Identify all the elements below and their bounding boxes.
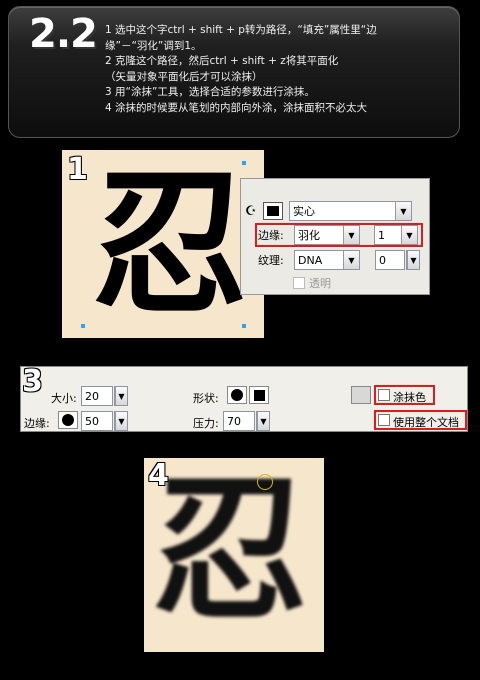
transparent-checkbox[interactable] — [293, 277, 305, 289]
step-badge-1: 1 — [67, 152, 88, 187]
circle-icon — [231, 389, 243, 401]
fill-type-select[interactable]: 实心 ▼ — [289, 201, 412, 221]
texture-amount-input[interactable]: 0 — [375, 250, 405, 270]
smudge-tool-options: 大小: 20 ▼ 边缘: 50 ▼ 形状: 压力: 70 ▼ 涂抹色 使用整个文… — [20, 366, 468, 432]
step-badge-3: 3 — [22, 364, 43, 399]
edge-value: 50 — [85, 414, 99, 428]
pressure-value: 70 — [227, 414, 241, 428]
fill-color-swatch[interactable] — [263, 202, 283, 220]
selection-handle-bottom-left[interactable] — [81, 324, 85, 328]
fill-properties-panel: ☪ 实心 ▼ 边缘: 羽化 ▼ 1 ▼ 纹理: DNA ▼ 0 ▼ 透明 — [240, 178, 430, 295]
edge-label: 边缘: — [24, 417, 50, 430]
step-badge-4: 4 — [148, 458, 169, 493]
size-value: 20 — [85, 389, 99, 403]
shape-square-button[interactable] — [249, 386, 269, 404]
texture-label: 纹理: — [258, 254, 284, 267]
pressure-dropdown[interactable]: ▼ — [256, 411, 270, 431]
texture-amount-dropdown[interactable]: ▼ — [406, 250, 420, 270]
instruction-line-4: （矢量对象平面化后才可以涂抹） — [105, 70, 263, 83]
use-whole-document-checkbox[interactable] — [378, 414, 390, 426]
fill-type-value: 实心 — [293, 205, 315, 218]
edge-input[interactable]: 50 — [81, 411, 113, 431]
texture-select[interactable]: DNA ▼ — [294, 250, 360, 270]
instruction-line-3: 2 克隆这个路径，然后ctrl + shift + z将其平面化 — [105, 55, 339, 67]
square-icon — [253, 389, 265, 401]
edge-highlight-box — [255, 223, 423, 247]
brush-cursor-icon — [257, 474, 273, 490]
size-dropdown[interactable]: ▼ — [114, 386, 128, 406]
edge-dropdown[interactable]: ▼ — [114, 411, 128, 431]
instruction-line-6: 4 涂抹的时候要从笔划的内部向外涂，涂抹面积不必太大 — [105, 101, 368, 114]
canvas-step4: 忍 — [144, 458, 324, 652]
step-number: 2.2 — [29, 11, 98, 57]
chevron-down-icon: ▼ — [395, 202, 411, 220]
glyph-ren-smudged[interactable]: 忍 — [152, 464, 308, 636]
chevron-down-icon: ▼ — [115, 387, 127, 405]
instruction-line-2: 缘”－“羽化”调到1。 — [105, 39, 202, 52]
chevron-down-icon: ▼ — [407, 251, 419, 269]
use-whole-document-label: 使用整个文档 — [393, 416, 459, 429]
instruction-line-5: 3 用“涂抹”工具，选择合适的参数进行涂抹。 — [105, 86, 315, 98]
shape-round-button[interactable] — [227, 386, 247, 404]
instructions-text: 1 选中这个字ctrl + shift + p转为路径，“填充”属性里“边 缘”… — [105, 23, 465, 116]
selection-handle-bottom-right[interactable] — [242, 324, 246, 328]
shape-label: 形状: — [193, 392, 219, 405]
edge-shape-button[interactable] — [58, 411, 78, 429]
instruction-line-1: 1 选中这个字ctrl + shift + p转为路径，“填充”属性里“边 — [105, 24, 377, 36]
texture-value: DNA — [298, 253, 323, 267]
selection-handle-top-right[interactable] — [242, 161, 246, 165]
glyph-ren[interactable]: 忍 — [92, 158, 248, 330]
pressure-label: 压力: — [193, 417, 219, 430]
smudge-color-swatch[interactable] — [351, 386, 371, 404]
chevron-down-icon: ▼ — [115, 412, 127, 430]
chevron-down-icon: ▼ — [343, 251, 359, 269]
instructions-panel: 2.2 1 选中这个字ctrl + shift + p转为路径，“填充”属性里“… — [8, 6, 460, 138]
canvas-step1: 忍 — [62, 150, 264, 338]
size-label: 大小: — [51, 392, 77, 405]
smudge-color-checkbox[interactable] — [378, 389, 390, 401]
paint-bucket-icon: ☪ — [245, 203, 257, 219]
smudge-color-label: 涂抹色 — [393, 391, 426, 404]
transparent-label: 透明 — [309, 277, 331, 290]
pressure-input[interactable]: 70 — [223, 411, 255, 431]
texture-amount-value: 0 — [379, 253, 386, 267]
size-input[interactable]: 20 — [81, 386, 113, 406]
chevron-down-icon: ▼ — [257, 412, 269, 430]
